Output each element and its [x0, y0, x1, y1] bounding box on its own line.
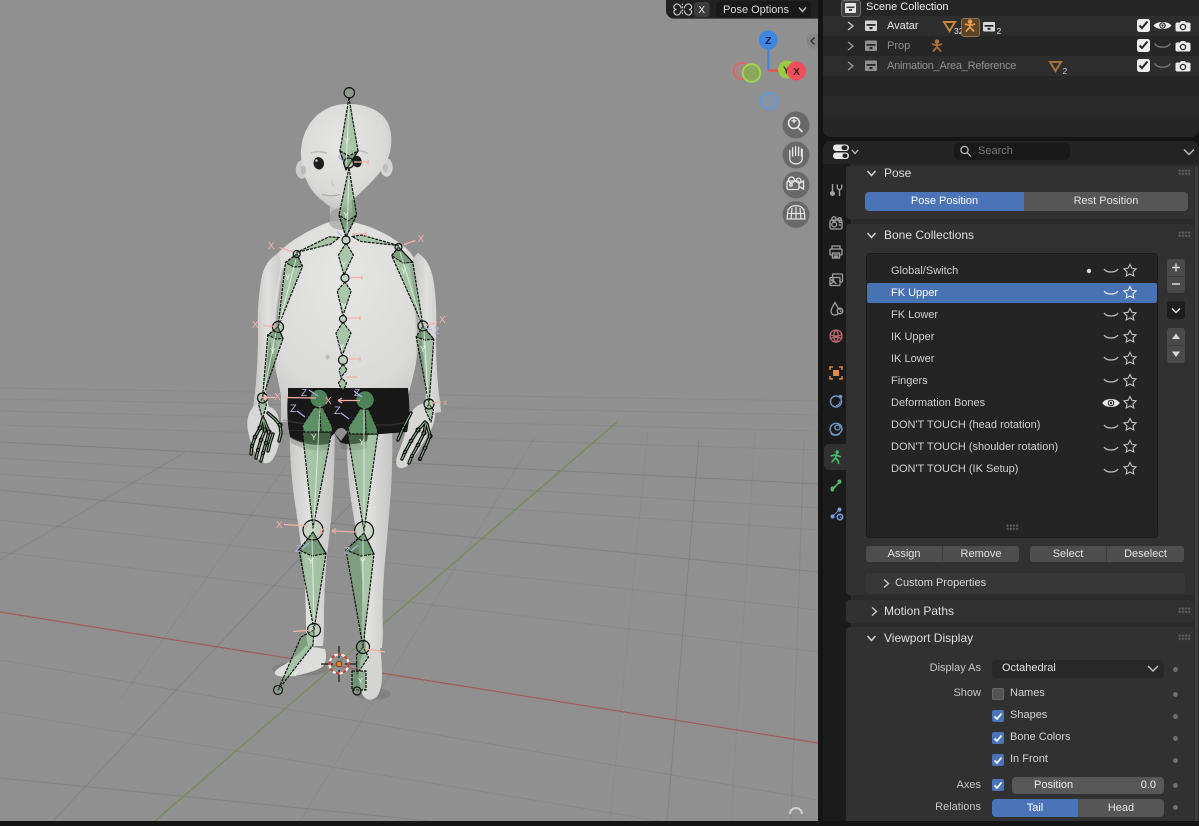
- svg-text:Y: Y: [344, 136, 350, 146]
- svg-text:Pose Options: Pose Options: [723, 4, 790, 16]
- svg-text:Y: Y: [285, 272, 291, 282]
- svg-text:Z: Z: [295, 544, 301, 555]
- svg-text:Z: Z: [354, 388, 360, 399]
- svg-text:Y: Y: [308, 556, 314, 566]
- svg-text:Z: Z: [765, 35, 772, 47]
- svg-text:X: X: [698, 5, 705, 16]
- svg-text:X: X: [793, 66, 800, 78]
- svg-text:2: 2: [997, 26, 1002, 35]
- svg-text:X: X: [274, 392, 281, 403]
- svg-text:X: X: [318, 527, 325, 538]
- svg-text:Y: Y: [401, 266, 407, 276]
- svg-text:X: X: [268, 241, 275, 252]
- svg-text:Z: Z: [301, 388, 307, 399]
- svg-text:Y: Y: [359, 437, 365, 447]
- svg-text:Y: Y: [270, 346, 276, 356]
- svg-text:X: X: [325, 396, 332, 407]
- svg-text:Y: Y: [341, 301, 347, 311]
- svg-text:2: 2: [1063, 66, 1068, 75]
- svg-text:X: X: [439, 315, 446, 326]
- svg-text:Z: Z: [334, 405, 341, 417]
- svg-text:Y: Y: [293, 669, 298, 678]
- svg-text:x: x: [443, 398, 447, 407]
- svg-text:Y: Y: [420, 344, 426, 354]
- svg-text:Y: Y: [360, 556, 366, 566]
- svg-text:Y: Y: [339, 342, 345, 352]
- svg-text:X: X: [252, 320, 259, 331]
- svg-text:X: X: [418, 234, 425, 245]
- svg-text:Y: Y: [358, 676, 363, 685]
- svg-text:Z: Z: [344, 546, 350, 557]
- svg-text:X: X: [276, 520, 283, 531]
- svg-text:Y: Y: [341, 259, 347, 269]
- svg-text:Z: Z: [434, 326, 440, 336]
- svg-text:Z: Z: [290, 403, 297, 415]
- svg-text:Y: Y: [311, 432, 317, 442]
- svg-text:Y: Y: [343, 210, 349, 220]
